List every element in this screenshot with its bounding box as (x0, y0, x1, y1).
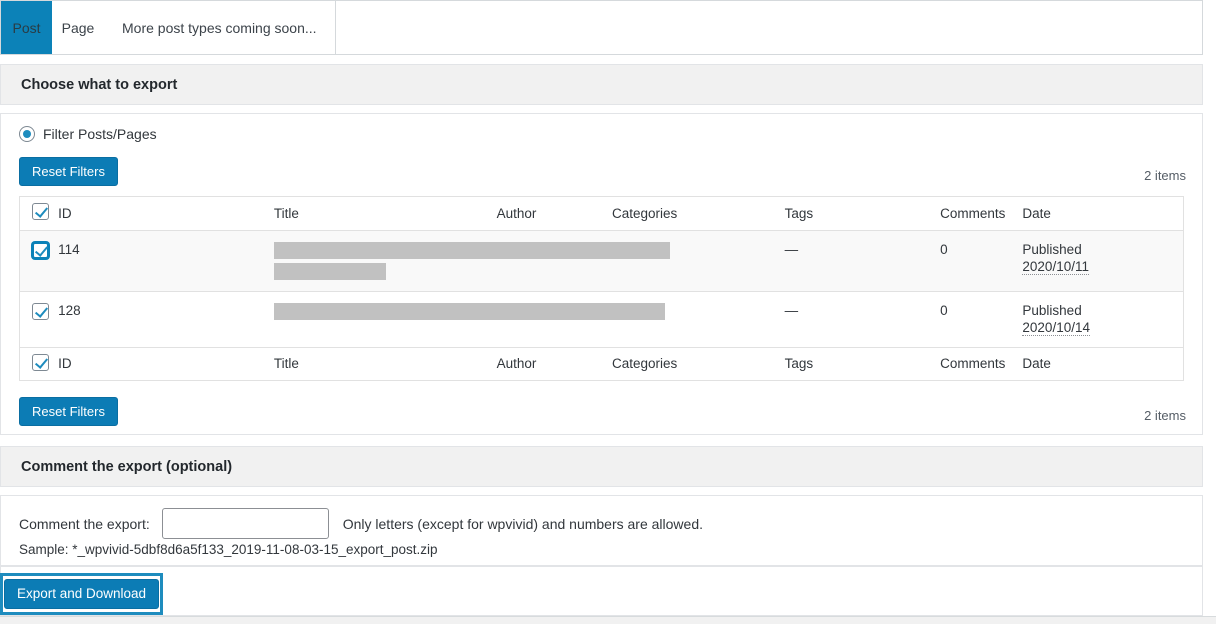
comment-export-title: Comment the export (optional) (21, 458, 233, 475)
table-footer-row: ID Title Author Categories Tags Comments… (20, 347, 1183, 380)
filter-panel: Filter Posts/Pages Reset Filters 2 items… (0, 113, 1203, 435)
export-and-download-focus-ring: Export and Download (0, 573, 163, 615)
footer-categories[interactable]: Categories (612, 347, 785, 380)
header-comments[interactable]: Comments (940, 197, 1023, 230)
row-title (273, 291, 665, 347)
choose-what-to-export-title: Choose what to export (21, 76, 178, 93)
comment-panel: Comment the export: Only letters (except… (0, 495, 1203, 566)
row-date: Published 2020/10/14 (1022, 291, 1183, 347)
posts-table: ID Title Author Categories Tags Comments… (20, 197, 1183, 380)
tab-more-post-types[interactable]: More post types coming soon... (104, 1, 335, 54)
select-all-checkbox-bottom[interactable] (32, 353, 49, 371)
row-tags: — (784, 241, 799, 257)
filter-posts-pages-label: Filter Posts/Pages (43, 126, 157, 142)
page-bottom-fill (0, 617, 1216, 624)
row-date-status: Published (1022, 302, 1082, 318)
row-date-value: 2020/10/14 (1022, 319, 1090, 336)
row-date: Published 2020/10/11 (1022, 230, 1183, 291)
items-count-top: 2 items (1144, 168, 1186, 183)
comment-label: Comment the export: (19, 515, 150, 532)
header-date[interactable]: Date (1022, 197, 1183, 230)
reset-filters-button-top[interactable]: Reset Filters (19, 157, 118, 186)
header-author[interactable]: Author (496, 197, 613, 230)
items-count-bottom: 2 items (1144, 408, 1186, 423)
post-type-tabbar: Post Page More post types coming soon... (0, 0, 1203, 55)
radio-selected-icon[interactable] (19, 126, 35, 142)
tab-post[interactable]: Post (1, 1, 52, 54)
comment-hint: Only letters (except for wpvivid) and nu… (342, 515, 704, 532)
comment-export-header: Comment the export (optional) (0, 446, 1203, 487)
posts-table-head: ID Title Author Categories Tags Comments… (20, 197, 1183, 230)
footer-comments[interactable]: Comments (940, 347, 1023, 380)
footer-title[interactable]: Title (273, 347, 497, 380)
header-id[interactable]: ID (58, 197, 274, 230)
filter-posts-pages-option[interactable]: Filter Posts/Pages (19, 126, 157, 142)
comment-input[interactable] (161, 508, 329, 539)
table-header-row: ID Title Author Categories Tags Comments… (20, 197, 1183, 230)
tab-post-label: Post (12, 19, 41, 36)
tab-group: Post Page More post types coming soon... (1, 1, 336, 54)
footer-tags[interactable]: Tags (784, 347, 941, 380)
choose-what-to-export-header: Choose what to export (0, 64, 1203, 105)
tab-page-label: Page (61, 19, 95, 36)
export-and-download-button[interactable]: Export and Download (3, 579, 160, 609)
tab-page[interactable]: Page (52, 1, 104, 54)
posts-table-container: ID Title Author Categories Tags Comments… (19, 196, 1184, 381)
header-categories[interactable]: Categories (612, 197, 785, 230)
footer-date[interactable]: Date (1022, 347, 1183, 380)
row-author (497, 230, 612, 291)
row-id: 128 (58, 302, 81, 318)
row-select-cell (20, 291, 58, 347)
header-title[interactable]: Title (273, 197, 497, 230)
redacted-title-bar (273, 302, 665, 320)
header-tags[interactable]: Tags (784, 197, 941, 230)
row-date-value: 2020/10/11 (1022, 258, 1089, 275)
redacted-title-bar-secondary (273, 262, 386, 280)
comment-sample: Sample: *_wpvivid-5dbf8d6a5f133_2019-11-… (19, 542, 438, 557)
redacted-title-bar (273, 241, 670, 259)
footer-id[interactable]: ID (58, 347, 274, 380)
row-checkbox[interactable] (32, 241, 49, 259)
row-select-cell (20, 230, 58, 291)
select-all-footer-cell (20, 347, 59, 380)
row-tags: — (784, 302, 799, 318)
row-date-status: Published (1022, 241, 1082, 257)
table-row: 128 — 0 Published 2020/10/14 (20, 291, 1183, 347)
reset-filters-button-bottom[interactable]: Reset Filters (19, 397, 118, 426)
posts-table-foot: ID Title Author Categories Tags Comments… (20, 347, 1183, 380)
comment-input-row: Comment the export: Only letters (except… (19, 508, 703, 539)
posts-table-body: 114 — 0 Published 2020/10/11 128 — 0 Pub… (20, 230, 1183, 347)
row-checkbox[interactable] (32, 302, 49, 320)
row-comments: 0 (940, 241, 948, 257)
export-panel (0, 566, 1203, 616)
select-all-header-cell (20, 197, 59, 230)
row-categories (612, 230, 785, 291)
row-title (273, 230, 670, 291)
row-comments: 0 (940, 302, 948, 318)
row-id: 114 (58, 241, 80, 257)
footer-author[interactable]: Author (496, 347, 613, 380)
select-all-checkbox-top[interactable] (32, 203, 49, 221)
table-row: 114 — 0 Published 2020/10/11 (20, 230, 1183, 291)
tab-more-post-types-label: More post types coming soon... (122, 19, 317, 36)
